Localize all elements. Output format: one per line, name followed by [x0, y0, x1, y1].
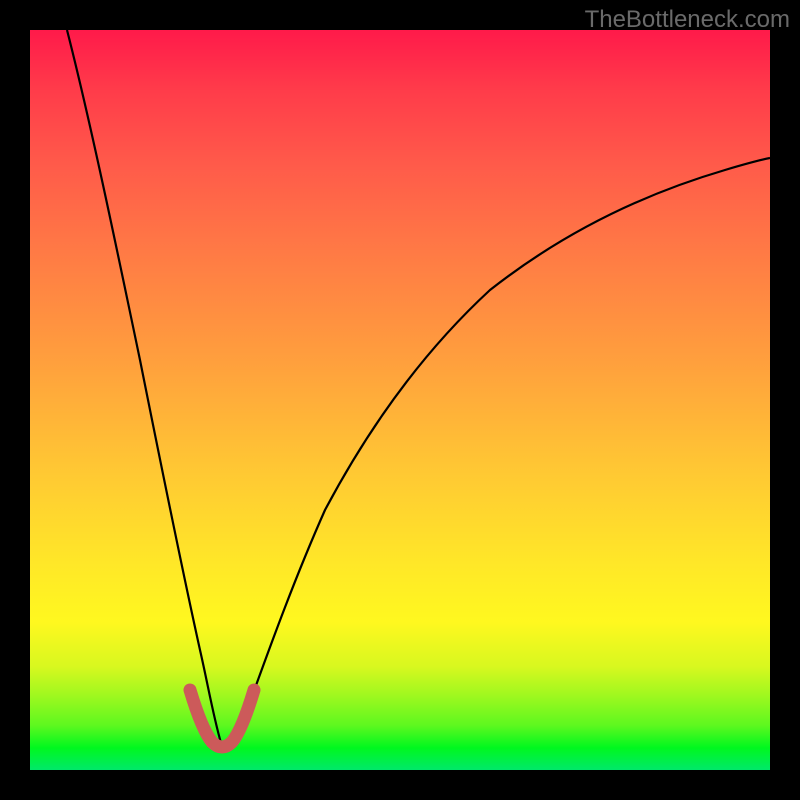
plot-area [30, 30, 770, 770]
highlight-segment [190, 690, 254, 747]
chart-frame: TheBottleneck.com [0, 0, 800, 800]
curve-layer [30, 30, 770, 770]
watermark: TheBottleneck.com [585, 6, 790, 34]
bottleneck-curve [67, 30, 770, 748]
